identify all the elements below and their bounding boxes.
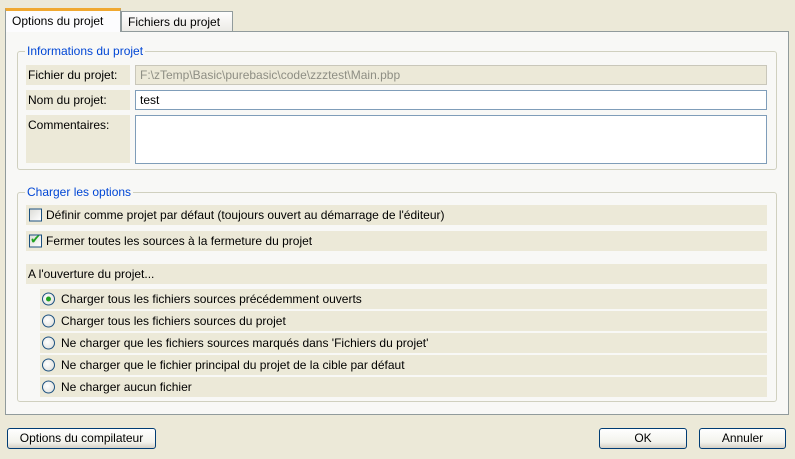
radio-label: Ne charger que les fichiers sources marq…: [61, 336, 429, 350]
radio-button[interactable]: [42, 380, 55, 394]
tab-label: Options du projet: [12, 14, 104, 28]
tab-label: Fichiers du projet: [128, 15, 221, 29]
group-legend: Charger les options: [25, 185, 134, 199]
radio-button[interactable]: [42, 336, 55, 350]
radio-load-none[interactable]: Ne charger aucun fichier: [40, 377, 767, 397]
radio-load-previous-sources[interactable]: Charger tous les fichiers sources précéd…: [40, 289, 767, 309]
radio-label: Ne charger que le fichier principal du p…: [61, 358, 405, 372]
project-file-field: F:\zTemp\Basic\purebasic\code\zzztest\Ma…: [135, 65, 767, 85]
checkbox-label: Définir comme projet par défaut (toujour…: [46, 208, 445, 222]
comments-label: Commentaires:: [26, 115, 130, 163]
on-open-label: A l'ouverture du projet...: [26, 264, 767, 284]
radio-label: Charger tous les fichiers sources précéd…: [61, 292, 362, 306]
project-name-input[interactable]: [135, 90, 767, 110]
radio-button[interactable]: [42, 314, 55, 328]
radio-dot-icon: [46, 296, 51, 302]
radio-load-all-sources[interactable]: Charger tous les fichiers sources du pro…: [40, 311, 767, 331]
radio-label: Ne charger aucun fichier: [61, 380, 192, 394]
checkbox-label: Fermer toutes les sources à la fermeture…: [46, 234, 313, 248]
compiler-options-button[interactable]: Options du compilateur: [7, 428, 156, 449]
tab-options-du-projet[interactable]: Options du projet: [5, 8, 121, 32]
check-mark-icon: ✔: [30, 231, 41, 247]
checkbox-close-sources[interactable]: ✔ Fermer toutes les sources à la fermetu…: [26, 231, 767, 251]
radio-label: Charger tous les fichiers sources du pro…: [61, 314, 286, 328]
radio-load-main-file[interactable]: Ne charger que le fichier principal du p…: [40, 355, 767, 375]
comments-textarea[interactable]: [135, 115, 767, 164]
ok-button[interactable]: OK: [599, 428, 687, 449]
checkbox-default-project[interactable]: Définir comme projet par défaut (toujour…: [26, 205, 767, 225]
project-file-label: Fichier du projet:: [26, 65, 130, 85]
project-name-label: Nom du projet:: [26, 90, 130, 110]
on-open-text: A l'ouverture du projet...: [28, 267, 155, 281]
checkbox-checked[interactable]: ✔: [29, 231, 42, 248]
group-legend: Informations du projet: [25, 44, 146, 58]
checkbox-unchecked[interactable]: [29, 208, 42, 222]
radio-button-selected[interactable]: [42, 292, 55, 306]
tab-fichiers-du-projet[interactable]: Fichiers du projet: [121, 11, 233, 31]
radio-load-marked-sources[interactable]: Ne charger que les fichiers sources marq…: [40, 333, 767, 353]
radio-button[interactable]: [42, 358, 55, 372]
cancel-button[interactable]: Annuler: [699, 428, 786, 449]
